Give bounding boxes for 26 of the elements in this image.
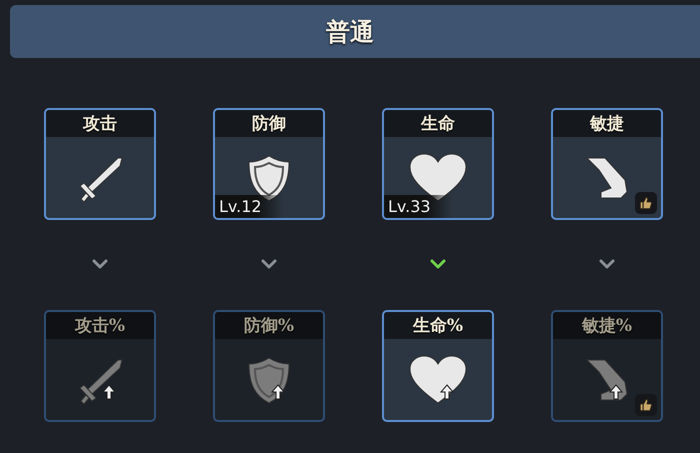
stat-label: 攻击 <box>83 113 117 135</box>
up-arrow-icon <box>440 384 454 400</box>
heart-icon <box>408 354 468 406</box>
tier-title: 普通 <box>10 5 700 58</box>
stat-label: 敏捷 <box>590 113 624 135</box>
stat-label: 防御% <box>244 315 294 337</box>
stat-card[interactable]: 敏捷% <box>551 310 663 422</box>
level-label: Lv.33 <box>384 195 453 218</box>
up-arrow-icon <box>271 384 285 400</box>
stat-card[interactable]: 攻击 <box>44 108 156 220</box>
thumbs-up-icon <box>635 394 657 416</box>
stat-card[interactable]: 防御% <box>213 310 325 422</box>
up-arrow-icon <box>609 384 623 400</box>
stat-label: 防御 <box>252 113 286 135</box>
stat-card[interactable]: 敏捷 <box>551 108 663 220</box>
up-arrow-icon <box>102 384 116 400</box>
level-label: Lv.12 <box>215 195 284 218</box>
stat-label: 生命% <box>412 315 464 337</box>
stat-card[interactable]: 生命 Lv.33 <box>382 108 494 220</box>
stat-card[interactable]: 生命% <box>382 310 494 422</box>
stat-card[interactable]: 防御 Lv.12 <box>213 108 325 220</box>
stat-card[interactable]: 攻击% <box>44 310 156 422</box>
thumbs-up-icon <box>635 192 657 214</box>
stat-label: 生命 <box>421 113 455 135</box>
stat-label: 敏捷% <box>582 315 632 337</box>
stat-label: 攻击% <box>74 315 126 337</box>
